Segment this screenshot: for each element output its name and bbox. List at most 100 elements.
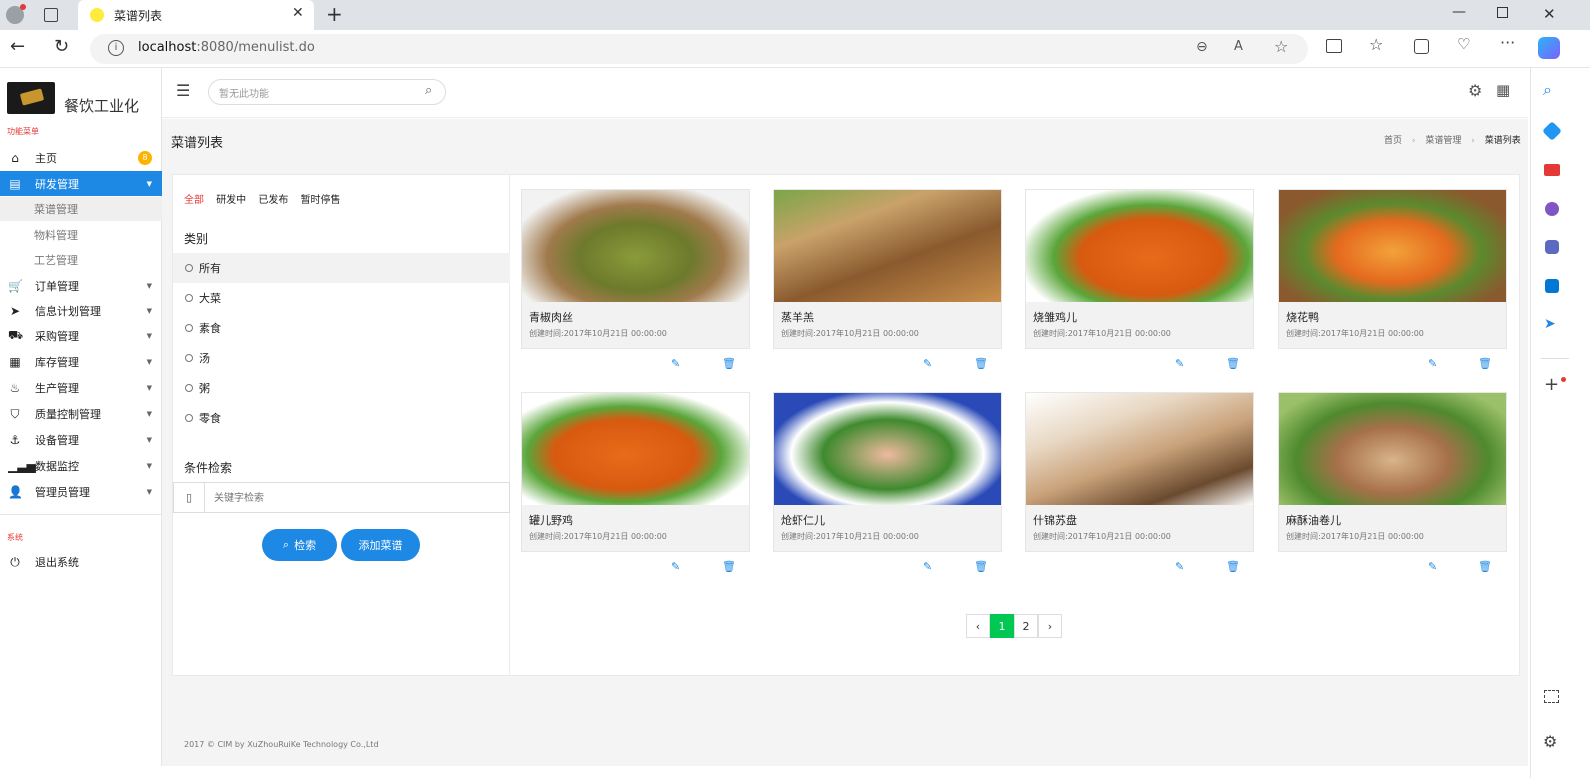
- sidebar-item-quality[interactable]: ⛉ 质量控制管理 ▼: [0, 402, 162, 426]
- apps-grid-icon[interactable]: ▦: [1496, 81, 1510, 99]
- pagination-page-1[interactable]: 1: [990, 614, 1014, 638]
- split-screen-icon[interactable]: [1326, 39, 1342, 53]
- sidebar-item-label: 研发管理: [35, 177, 79, 191]
- screenshot-icon[interactable]: [1544, 690, 1559, 703]
- more-menu-icon[interactable]: ···: [1500, 33, 1515, 52]
- settings-icon[interactable]: ⚙: [1543, 732, 1557, 751]
- grid-icon: ▦: [9, 355, 21, 369]
- sidebar-subitem-process[interactable]: 工艺管理: [0, 248, 162, 272]
- sidebar-item-label: 质量控制管理: [35, 408, 101, 421]
- delete-icon[interactable]: 🗑: [1478, 357, 1492, 370]
- edit-icon[interactable]: ✎: [671, 357, 680, 370]
- category-item-vegetarian[interactable]: 素食: [173, 313, 510, 343]
- category-item-all[interactable]: 所有: [173, 253, 510, 283]
- toolbox-icon[interactable]: [1544, 164, 1560, 176]
- read-aloud-icon[interactable]: A: [1234, 39, 1243, 54]
- status-tab-developing[interactable]: 研发中: [216, 195, 246, 206]
- sidebar-item-home[interactable]: ⌂ 主页 8: [0, 146, 162, 170]
- sidebar-subitem-materials[interactable]: 物料管理: [0, 223, 162, 247]
- delete-icon[interactable]: 🗑: [722, 357, 736, 370]
- sidebar-item-logout[interactable]: ⏻ 退出系统: [0, 550, 162, 574]
- edit-icon[interactable]: ✎: [1175, 560, 1184, 573]
- search-button[interactable]: ⌕ 检索: [262, 529, 337, 561]
- recipe-card[interactable]: 罐儿野鸡 创建时间:2017年10月21日 00:00:00: [521, 392, 750, 552]
- sidebar-subitem-menus[interactable]: 菜谱管理: [0, 197, 162, 221]
- window-close-icon[interactable]: ✕: [1543, 5, 1556, 23]
- restore-icon[interactable]: [1497, 7, 1508, 18]
- category-item-snacks[interactable]: 零食: [173, 403, 510, 433]
- sidebar-item-monitoring[interactable]: ▁▃▅ 数据监控 ▼: [0, 454, 162, 478]
- sidebar-item-planning[interactable]: ➤ 信息计划管理 ▼: [0, 299, 162, 323]
- category-item-soup[interactable]: 汤: [173, 343, 510, 373]
- sidebar-item-equipment[interactable]: ⚓ 设备管理 ▼: [0, 428, 162, 452]
- status-tab-all[interactable]: 全部: [184, 195, 204, 206]
- outlook-icon[interactable]: [1545, 279, 1559, 293]
- games-icon[interactable]: [1545, 202, 1559, 216]
- pagination-prev[interactable]: ‹: [966, 614, 990, 638]
- delete-icon[interactable]: 🗑: [974, 357, 988, 370]
- hamburger-icon[interactable]: ☰: [176, 81, 190, 100]
- search-icon[interactable]: ⌕: [1543, 80, 1552, 100]
- recipe-time: 创建时间:2017年10月21日 00:00:00: [1033, 329, 1171, 338]
- edit-icon[interactable]: ✎: [1175, 357, 1184, 370]
- breadcrumb-home[interactable]: 首页: [1384, 136, 1402, 146]
- m365-icon[interactable]: [1545, 240, 1559, 254]
- pagination-page-2[interactable]: 2: [1014, 614, 1038, 638]
- sidebar-item-production[interactable]: ♨ 生产管理 ▼: [0, 376, 162, 400]
- recipe-card[interactable]: 麻酥油卷儿 创建时间:2017年10月21日 00:00:00: [1278, 392, 1507, 552]
- edit-icon[interactable]: ✎: [1428, 560, 1437, 573]
- copilot-icon[interactable]: [1538, 37, 1560, 59]
- back-icon[interactable]: ←: [10, 36, 25, 57]
- status-tab-published[interactable]: 已发布: [258, 195, 288, 206]
- collections-icon[interactable]: [1414, 39, 1429, 54]
- recipe-card[interactable]: 烧雏鸡儿 创建时间:2017年10月21日 00:00:00: [1025, 189, 1254, 349]
- edit-icon[interactable]: ✎: [923, 357, 932, 370]
- recipe-card[interactable]: 什锦苏盘 创建时间:2017年10月21日 00:00:00: [1025, 392, 1254, 552]
- edit-icon[interactable]: ✎: [1428, 357, 1437, 370]
- status-tab-suspended[interactable]: 暂时停售: [301, 195, 341, 206]
- keyword-field[interactable]: ▯: [173, 482, 510, 513]
- refresh-icon[interactable]: ↻: [54, 36, 69, 57]
- site-info-icon[interactable]: i: [108, 40, 124, 56]
- performance-icon[interactable]: ♡: [1457, 35, 1470, 53]
- delete-icon[interactable]: 🗑: [1226, 357, 1240, 370]
- sidebar-item-inventory[interactable]: ▦ 库存管理 ▼: [0, 350, 162, 374]
- recipe-card[interactable]: 烧花鸭 创建时间:2017年10月21日 00:00:00: [1278, 189, 1507, 349]
- sidebar-item-orders[interactable]: 🛒 订单管理 ▼: [0, 274, 162, 298]
- tab-actions-icon[interactable]: [44, 8, 58, 22]
- zoom-icon[interactable]: ⊖: [1196, 39, 1208, 55]
- delete-icon[interactable]: 🗑: [1478, 560, 1492, 573]
- delete-icon[interactable]: 🗑: [1226, 560, 1240, 573]
- favorites-icon[interactable]: ☆: [1369, 35, 1383, 54]
- url-field[interactable]: i localhost:8080/menulist.do ⊖ A ☆: [90, 34, 1308, 64]
- settings-icon[interactable]: ⚙: [1468, 81, 1482, 100]
- recipe-card[interactable]: 炝虾仁儿 创建时间:2017年10月21日 00:00:00: [773, 392, 1002, 552]
- add-icon[interactable]: +: [1544, 374, 1559, 395]
- breadcrumb-menu-mgmt[interactable]: 菜谱管理: [1425, 136, 1461, 146]
- minimize-icon[interactable]: —: [1452, 4, 1466, 20]
- pagination-page-label: 1: [998, 619, 1006, 633]
- sidebar-item-rd[interactable]: ▤ 研发管理 ▼: [0, 171, 162, 196]
- pagination-next[interactable]: ›: [1038, 614, 1062, 638]
- tag-icon[interactable]: [1542, 121, 1562, 141]
- keyword-input[interactable]: [214, 489, 494, 507]
- new-tab-icon[interactable]: +: [326, 2, 343, 26]
- add-menu-button[interactable]: 添加菜谱: [341, 529, 420, 561]
- delete-icon[interactable]: 🗑: [974, 560, 988, 573]
- delete-icon[interactable]: 🗑: [722, 560, 736, 573]
- favorite-star-icon[interactable]: ☆: [1274, 37, 1288, 56]
- tab-close-icon[interactable]: ✕: [292, 5, 304, 21]
- search-icon[interactable]: ⌕: [425, 83, 432, 98]
- category-item-porridge[interactable]: 粥: [173, 373, 510, 403]
- category-item-main-dish[interactable]: 大菜: [173, 283, 510, 313]
- edit-icon[interactable]: ✎: [671, 560, 680, 573]
- cart-icon: 🛒: [8, 279, 23, 293]
- send-icon[interactable]: ➤: [1544, 316, 1556, 332]
- sidebar-item-purchasing[interactable]: ⛟ 采购管理 ▼: [0, 324, 162, 348]
- sidebar-item-admins[interactable]: 👤 管理员管理 ▼: [0, 480, 162, 504]
- recipe-card[interactable]: 青椒肉丝 创建时间:2017年10月21日 00:00:00: [521, 189, 750, 349]
- recipe-card[interactable]: 蒸羊羔 创建时间:2017年10月21日 00:00:00: [773, 189, 1002, 349]
- edit-icon[interactable]: ✎: [923, 560, 932, 573]
- browser-tab-active[interactable]: 菜谱列表 ✕: [78, 0, 314, 30]
- search-input[interactable]: 暂无此功能 ⌕: [208, 79, 446, 105]
